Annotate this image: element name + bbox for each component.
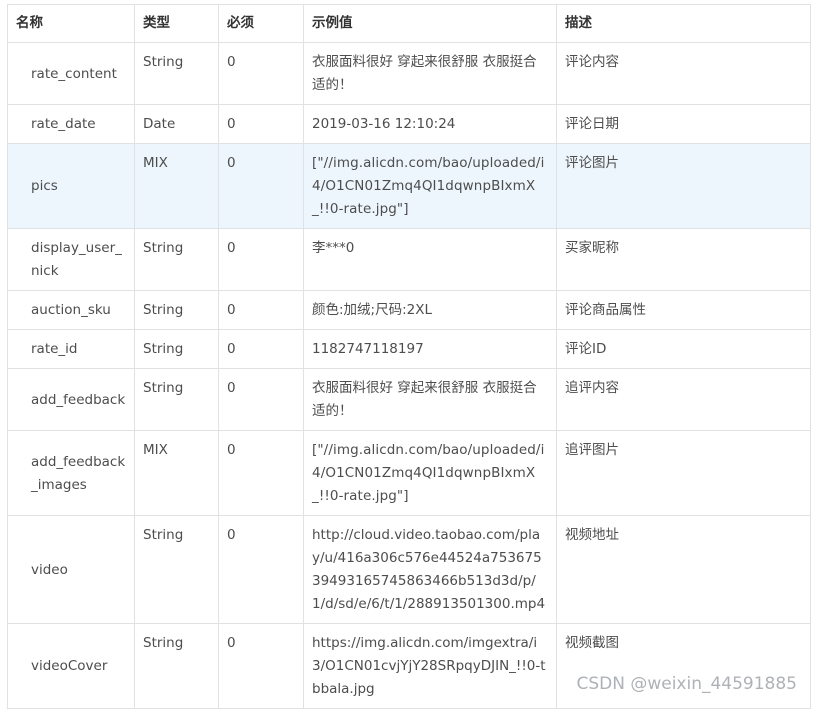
- header-name: 名称: [7, 4, 135, 43]
- field-required-cell: 0: [218, 143, 304, 229]
- field-example-cell: https://img.alicdn.com/imgextra/i3/O1CN0…: [303, 623, 557, 709]
- field-name-cell: rate_date: [7, 104, 135, 144]
- field-example-cell: ["//img.alicdn.com/bao/uploaded/i4/O1CN0…: [303, 430, 557, 516]
- header-required: 必须: [218, 4, 304, 43]
- field-type-cell: String: [134, 42, 219, 105]
- field-type-cell: Date: [134, 104, 219, 144]
- field-type-cell: String: [134, 290, 219, 330]
- field-example-cell: 2019-03-16 12:10:24: [303, 104, 557, 144]
- header-description: 描述: [556, 4, 811, 43]
- table-row-highlighted: pics MIX 0 ["//img.alicdn.com/bao/upload…: [7, 143, 811, 229]
- header-example: 示例值: [303, 4, 557, 43]
- field-example-cell: 李***0: [303, 228, 557, 291]
- field-required-cell: 0: [218, 368, 304, 431]
- field-description-cell: 评论内容: [556, 42, 811, 105]
- field-required-cell: 0: [218, 104, 304, 144]
- field-type-cell: String: [134, 368, 219, 431]
- field-description-cell: 视频截图: [556, 623, 811, 709]
- table-row: rate_date Date 0 2019-03-16 12:10:24 评论日…: [7, 104, 811, 144]
- field-example-cell: 颜色:加绒;尺码:2XL: [303, 290, 557, 330]
- table-row: display_user_nick String 0 李***0 买家昵称: [7, 228, 811, 291]
- field-description-cell: 买家昵称: [556, 228, 811, 291]
- field-description-cell: 追评图片: [556, 430, 811, 516]
- api-fields-table: 名称 类型 必须 示例值 描述 rate_content String 0 衣服…: [7, 4, 811, 709]
- field-description-cell: 评论日期: [556, 104, 811, 144]
- table-row: video String 0 http://cloud.video.taobao…: [7, 515, 811, 624]
- field-name-cell: rate_content: [7, 42, 135, 105]
- field-example-cell: 衣服面料很好 穿起来很舒服 衣服挺合适的！: [303, 42, 557, 105]
- field-required-cell: 0: [218, 430, 304, 516]
- field-type-cell: String: [134, 329, 219, 369]
- field-type-cell: String: [134, 228, 219, 291]
- table-row: add_feedback String 0 衣服面料很好 穿起来很舒服 衣服挺合…: [7, 368, 811, 431]
- field-type-cell: String: [134, 515, 219, 624]
- field-description-cell: 视频地址: [556, 515, 811, 624]
- field-type-cell: String: [134, 623, 219, 709]
- field-name-cell: rate_id: [7, 329, 135, 369]
- field-description-cell: 评论ID: [556, 329, 811, 369]
- field-required-cell: 0: [218, 623, 304, 709]
- field-type-cell: MIX: [134, 143, 219, 229]
- table-row: add_feedback_images MIX 0 ["//img.alicdn…: [7, 430, 811, 516]
- field-name-cell: display_user_nick: [7, 228, 135, 291]
- table-row: rate_content String 0 衣服面料很好 穿起来很舒服 衣服挺合…: [7, 42, 811, 105]
- field-name-cell: videoCover: [7, 623, 135, 709]
- field-required-cell: 0: [218, 228, 304, 291]
- table-row: auction_sku String 0 颜色:加绒;尺码:2XL 评论商品属性: [7, 290, 811, 330]
- field-required-cell: 0: [218, 290, 304, 330]
- header-type: 类型: [134, 4, 219, 43]
- csdn-watermark: CSDN @weixin_44591885: [574, 674, 799, 694]
- table-header-row: 名称 类型 必须 示例值 描述: [7, 4, 811, 43]
- field-required-cell: 0: [218, 42, 304, 105]
- field-example-cell: http://cloud.video.taobao.com/play/u/416…: [303, 515, 557, 624]
- field-name-cell: video: [7, 515, 135, 624]
- field-name-cell: add_feedback_images: [7, 430, 135, 516]
- field-type-cell: MIX: [134, 430, 219, 516]
- field-description-cell: 评论商品属性: [556, 290, 811, 330]
- field-required-cell: 0: [218, 515, 304, 624]
- field-required-cell: 0: [218, 329, 304, 369]
- field-name-cell: pics: [7, 143, 135, 229]
- table-row: videoCover String 0 https://img.alicdn.c…: [7, 623, 811, 709]
- field-example-cell: 衣服面料很好 穿起来很舒服 衣服挺合适的！: [303, 368, 557, 431]
- field-description-cell: 追评内容: [556, 368, 811, 431]
- table-row: rate_id String 0 1182747118197 评论ID: [7, 329, 811, 369]
- field-name-cell: auction_sku: [7, 290, 135, 330]
- field-description-cell: 评论图片: [556, 143, 811, 229]
- field-example-cell: 1182747118197: [303, 329, 557, 369]
- field-example-cell: ["//img.alicdn.com/bao/uploaded/i4/O1CN0…: [303, 143, 557, 229]
- field-name-cell: add_feedback: [7, 368, 135, 431]
